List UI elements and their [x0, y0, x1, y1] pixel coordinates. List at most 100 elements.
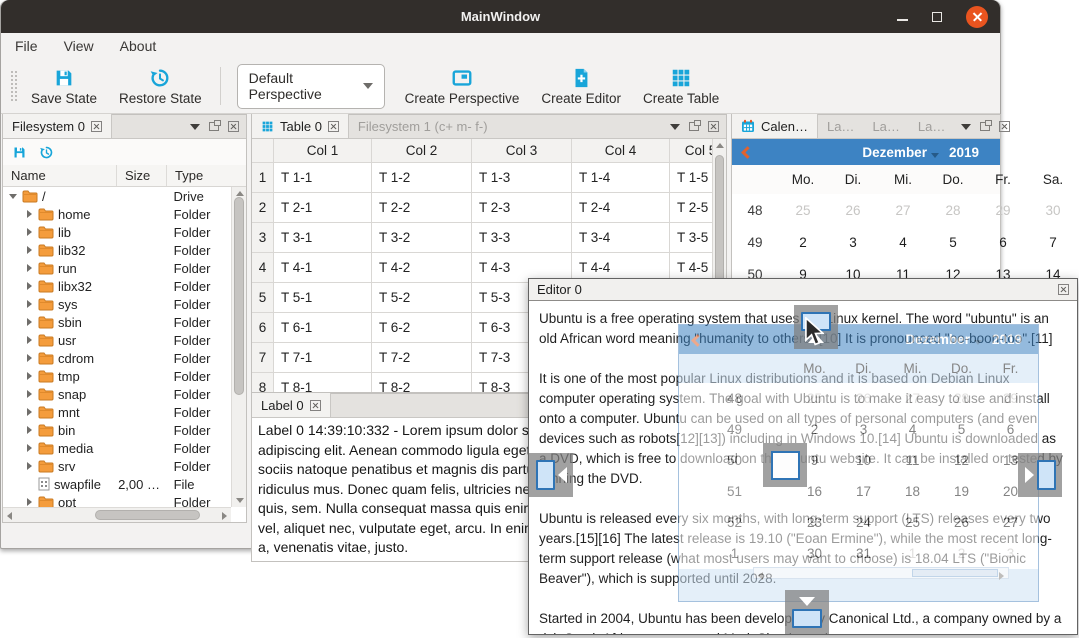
table-cell[interactable]: T 4-1 — [274, 253, 372, 283]
editor-close-icon[interactable] — [1058, 284, 1069, 295]
toolbar-grip-handle[interactable] — [10, 70, 17, 102]
title-bar[interactable]: MainWindow — [1, 0, 1000, 33]
menu-view[interactable]: View — [64, 38, 94, 54]
close-panel-icon[interactable] — [708, 121, 719, 132]
perspective-select[interactable]: Default Perspective — [237, 64, 385, 109]
previous-month-icon[interactable] — [741, 146, 754, 159]
scroll-right-icon[interactable] — [222, 512, 227, 520]
tree-caret-icon[interactable] — [25, 336, 34, 345]
tree-row-bin[interactable]: binFolder — [3, 421, 231, 439]
table-cell[interactable]: T 5-2 — [372, 283, 472, 313]
tree-row-sbin[interactable]: sbinFolder — [3, 313, 231, 331]
drop-indicator-right[interactable] — [1018, 453, 1062, 497]
tree-caret-icon[interactable] — [25, 246, 34, 255]
tree-row-home[interactable]: homeFolder — [3, 205, 231, 223]
tree-caret-icon[interactable] — [25, 444, 34, 453]
scroll-left-icon[interactable] — [7, 512, 12, 520]
table-cell[interactable]: T 5-1 — [274, 283, 372, 313]
scroll-up-icon[interactable] — [236, 191, 244, 196]
row-header[interactable]: 3 — [252, 223, 274, 253]
tree-caret-icon[interactable] — [25, 390, 34, 399]
row-header[interactable]: 2 — [252, 193, 274, 223]
tab-table-0[interactable]: Table 0 — [252, 114, 349, 138]
editor-title-bar[interactable]: Editor 0 — [529, 279, 1077, 301]
restore-state-button[interactable]: Restore State — [108, 62, 213, 110]
table-cell[interactable]: T 1-3 — [472, 163, 572, 193]
calendar-day[interactable]: 25 — [778, 203, 828, 218]
table-cell[interactable]: T 2-3 — [472, 193, 572, 223]
tree-caret-icon[interactable] — [25, 228, 34, 237]
scroll-up-icon[interactable] — [716, 143, 724, 148]
calendar-day[interactable]: 3 — [828, 235, 878, 250]
column-header-size[interactable]: Size — [117, 165, 167, 186]
calendar-day[interactable]: 7 — [1028, 235, 1078, 250]
calendar-day[interactable]: 6 — [978, 235, 1028, 250]
tree-horizontal-scrollbar[interactable] — [3, 507, 231, 522]
column-header[interactable]: Col 4 — [572, 139, 670, 163]
tree-caret-icon[interactable] — [25, 462, 34, 471]
floppy-save-icon[interactable] — [12, 145, 27, 160]
tree-caret-icon[interactable] — [25, 498, 34, 507]
tree-row-srv[interactable]: srvFolder — [3, 457, 231, 475]
tree-row-snap[interactable]: snapFolder — [3, 385, 231, 403]
calendar-day[interactable]: 26 — [828, 203, 878, 218]
calendar-day[interactable]: 4 — [878, 235, 928, 250]
tree-caret-icon[interactable] — [25, 300, 34, 309]
tab-label-1[interactable]: La… — [818, 114, 863, 138]
table-cell[interactable]: T 8-2 — [372, 373, 472, 392]
history-restore-icon[interactable] — [39, 145, 54, 160]
column-header-name[interactable]: Name — [3, 165, 117, 186]
float-panel-icon[interactable] — [689, 122, 699, 131]
table-cell[interactable]: T 3-3 — [472, 223, 572, 253]
year-label[interactable]: 2019 — [949, 145, 979, 160]
tab-filesystem-0[interactable]: Filesystem 0 — [3, 114, 112, 138]
table-cell[interactable]: T 2-2 — [372, 193, 472, 223]
row-header[interactable]: 4 — [252, 253, 274, 283]
calendar-day[interactable]: 29 — [978, 203, 1028, 218]
calendar-day[interactable]: 28 — [928, 203, 978, 218]
table-cell[interactable]: T 3-2 — [372, 223, 472, 253]
calendar-day[interactable]: 5 — [928, 235, 978, 250]
table-cell[interactable]: T 2-5 — [670, 193, 712, 223]
tab-label-3[interactable]: La… — [909, 114, 954, 138]
create-perspective-button[interactable]: Create Perspective — [394, 62, 531, 110]
float-panel-icon[interactable] — [980, 122, 990, 131]
tree-row-lib[interactable]: libFolder — [3, 223, 231, 241]
save-state-button[interactable]: Save State — [20, 62, 108, 110]
tab-list-dropdown-icon[interactable] — [670, 124, 680, 130]
calendar-day[interactable]: 30 — [1028, 203, 1078, 218]
drop-indicator-center[interactable] — [763, 443, 807, 487]
row-header[interactable]: 7 — [252, 343, 274, 373]
month-label[interactable]: Dezember — [862, 145, 927, 160]
table-cell[interactable]: T 6-1 — [274, 313, 372, 343]
row-header[interactable]: 8 — [252, 373, 274, 392]
tab-calendar[interactable]: Calen… — [732, 114, 818, 138]
menu-about[interactable]: About — [120, 38, 157, 54]
month-dropdown-icon[interactable] — [931, 153, 939, 158]
tree-caret-icon[interactable] — [25, 210, 34, 219]
drop-indicator-bottom[interactable] — [785, 590, 829, 634]
column-header[interactable]: Col 3 — [472, 139, 572, 163]
tree-row-sys[interactable]: sysFolder — [3, 295, 231, 313]
tab-close-icon[interactable] — [91, 121, 102, 132]
tab-close-icon[interactable] — [328, 121, 339, 132]
table-cell[interactable]: T 1-2 — [372, 163, 472, 193]
tree-caret-icon[interactable] — [25, 282, 34, 291]
tab-label-0[interactable]: Label 0 — [252, 393, 331, 417]
tree-row-usr[interactable]: usrFolder — [3, 331, 231, 349]
tree-row-lib32[interactable]: lib32Folder — [3, 241, 231, 259]
row-header[interactable]: 1 — [252, 163, 274, 193]
close-panel-icon[interactable] — [999, 121, 1010, 132]
table-cell[interactable]: T 2-1 — [274, 193, 372, 223]
table-cell[interactable]: T 1-5 — [670, 163, 712, 193]
create-editor-button[interactable]: Create Editor — [530, 62, 632, 110]
table-cell[interactable]: T 2-4 — [572, 193, 670, 223]
tree-row-mnt[interactable]: mntFolder — [3, 403, 231, 421]
column-header[interactable]: Col 5 — [670, 139, 712, 163]
minimize-icon[interactable] — [897, 19, 908, 21]
tree-caret-icon[interactable] — [25, 426, 34, 435]
table-cell[interactable]: T 3-4 — [572, 223, 670, 253]
tree-row-root[interactable]: /Drive — [3, 187, 231, 205]
close-icon[interactable] — [966, 6, 988, 28]
tab-close-icon[interactable] — [310, 400, 321, 411]
